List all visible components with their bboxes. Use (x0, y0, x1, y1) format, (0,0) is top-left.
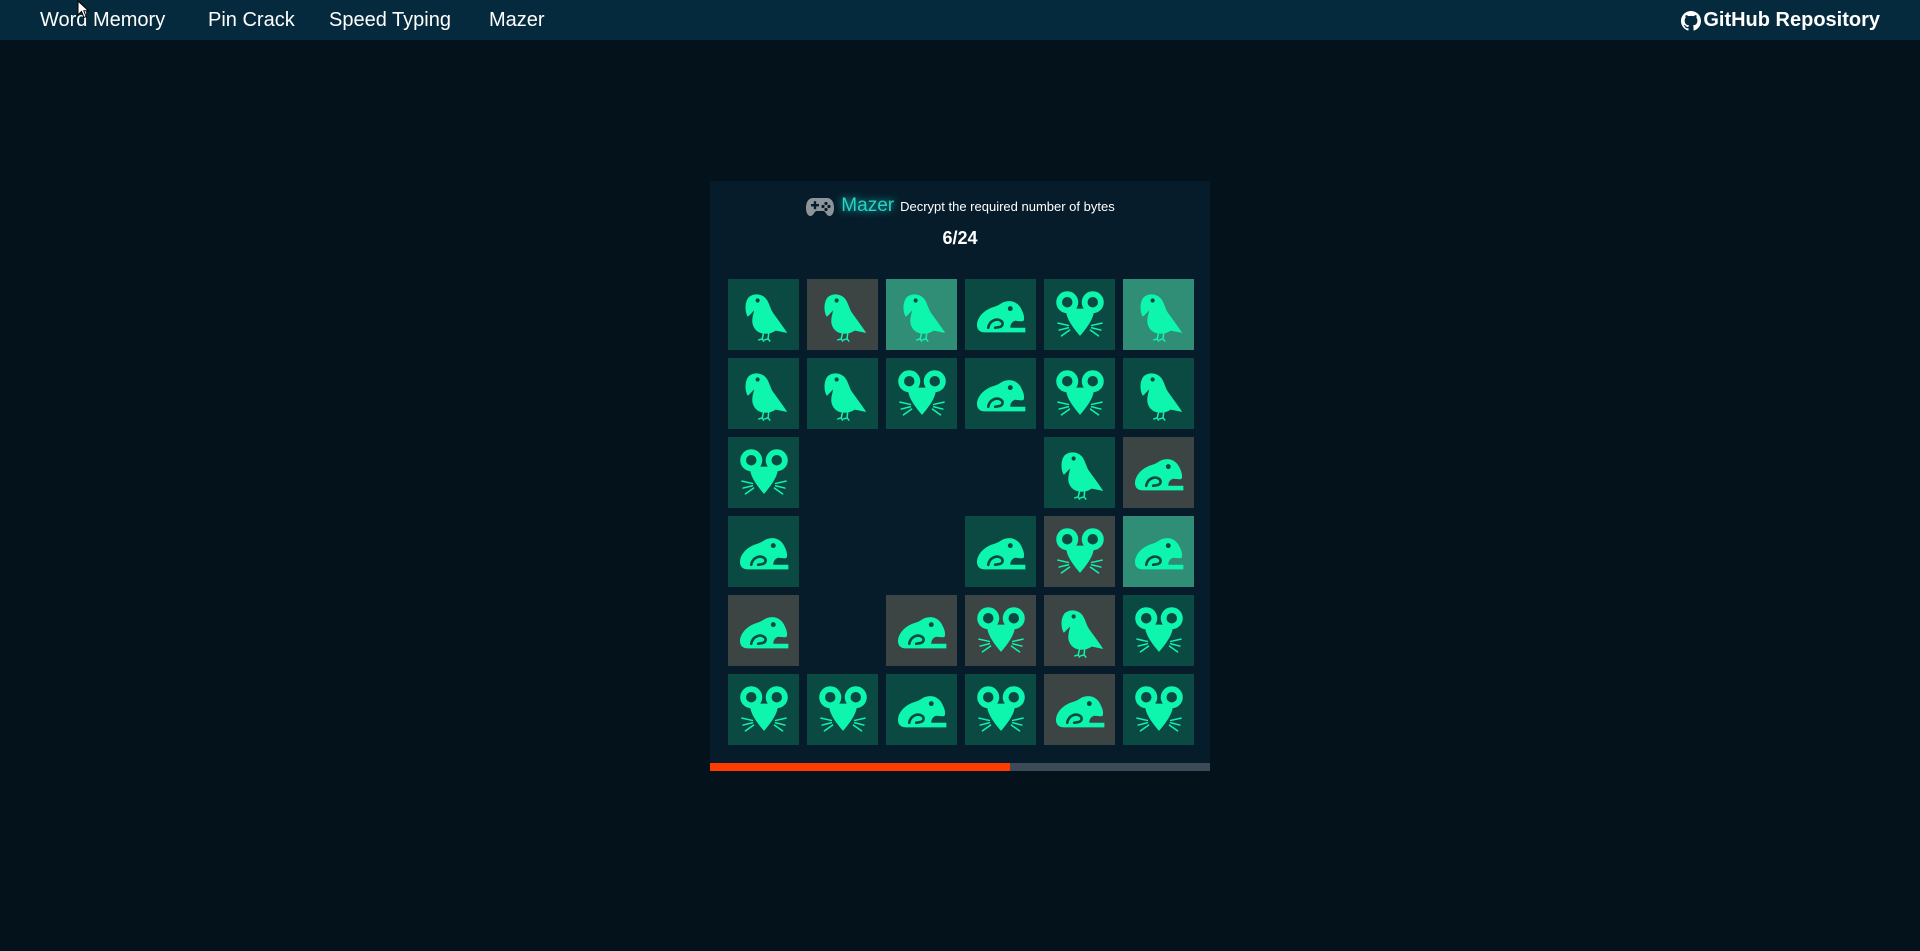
grid-tile-frog[interactable] (1044, 674, 1115, 745)
frog-icon (972, 523, 1030, 581)
grid-tile-frog[interactable] (728, 595, 799, 666)
grid-tile-frog[interactable] (1123, 516, 1194, 587)
grid-tile-bird[interactable] (1123, 279, 1194, 350)
grid-tile-bird[interactable] (1044, 595, 1115, 666)
bird-icon (1130, 365, 1188, 423)
grid-tile-mouse[interactable] (1044, 358, 1115, 429)
grid-tile-mouse[interactable] (886, 358, 957, 429)
grid-tile-mouse[interactable] (965, 595, 1036, 666)
mouse-icon (1051, 523, 1109, 581)
mouse-icon (1130, 681, 1188, 739)
frog-icon (1130, 444, 1188, 502)
github-repository-label: GitHub Repository (1703, 9, 1880, 31)
grid-tile-mouse[interactable] (1044, 279, 1115, 350)
grid-tile-frog[interactable] (1123, 437, 1194, 508)
grid-tile-mouse[interactable] (807, 674, 878, 745)
frog-icon (1130, 523, 1188, 581)
bird-icon (893, 286, 951, 344)
nav-link-speed-typing[interactable]: Speed Typing (329, 9, 451, 32)
nav-link-pin-crack[interactable]: Pin Crack (208, 9, 295, 32)
grid-tile-mouse[interactable] (1044, 516, 1115, 587)
bird-icon (735, 365, 793, 423)
mouse-icon (972, 602, 1030, 660)
grid-tile-frog[interactable] (965, 279, 1036, 350)
grid-tile-frog[interactable] (965, 358, 1036, 429)
bird-icon (814, 286, 872, 344)
grid-tile-bird[interactable] (1044, 437, 1115, 508)
top-navbar: Word Memory Pin Crack Speed Typing Mazer… (0, 0, 1920, 40)
bird-icon (1051, 444, 1109, 502)
mouse-icon (1130, 602, 1188, 660)
frog-icon (735, 602, 793, 660)
game-header: Mazer Decrypt the required number of byt… (710, 191, 1210, 221)
bird-icon (814, 365, 872, 423)
frog-icon (735, 523, 793, 581)
mouse-icon (1051, 365, 1109, 423)
grid-tile-mouse[interactable] (1123, 674, 1194, 745)
frog-icon (1051, 681, 1109, 739)
frog-icon (893, 681, 951, 739)
frog-icon (972, 286, 1030, 344)
mouse-icon (735, 681, 793, 739)
grid-tile-bird[interactable] (1123, 358, 1194, 429)
grid-tile-bird[interactable] (728, 279, 799, 350)
nav-link-mazer[interactable]: Mazer (489, 9, 545, 32)
bird-icon (1130, 286, 1188, 344)
timer-progress-bar (710, 763, 1210, 771)
mouse-icon (893, 365, 951, 423)
mouse-icon (735, 444, 793, 502)
grid-tile-frog[interactable] (886, 595, 957, 666)
grid-tile-mouse[interactable] (1123, 595, 1194, 666)
grid-tile-bird[interactable] (886, 279, 957, 350)
mazer-game-panel: Mazer Decrypt the required number of byt… (710, 181, 1210, 771)
mouse-icon (1051, 286, 1109, 344)
grid-tile-bird[interactable] (807, 279, 878, 350)
bird-icon (735, 286, 793, 344)
grid-tile-bird[interactable] (728, 358, 799, 429)
grid-tile-mouse[interactable] (728, 674, 799, 745)
mouse-icon (972, 681, 1030, 739)
bird-icon (1051, 602, 1109, 660)
timer-progress-fill (710, 763, 1010, 771)
grid-tile-frog[interactable] (886, 674, 957, 745)
frog-icon (893, 602, 951, 660)
grid-tile-bird[interactable] (807, 358, 878, 429)
grid-tile-frog[interactable] (965, 516, 1036, 587)
github-icon (1681, 10, 1702, 31)
grid-tile-mouse[interactable] (965, 674, 1036, 745)
nav-link-word-memory[interactable]: Word Memory (40, 9, 165, 32)
grid-tile-frog[interactable] (728, 516, 799, 587)
github-repository-link[interactable]: GitHub Repository (1681, 9, 1880, 32)
game-description: Decrypt the required number of bytes (900, 198, 1115, 214)
frog-icon (972, 365, 1030, 423)
gamepad-icon (806, 198, 835, 216)
tile-grid (728, 279, 1194, 745)
mouse-icon (814, 681, 872, 739)
grid-tile-mouse[interactable] (728, 437, 799, 508)
bytes-counter: 6/24 (942, 228, 978, 248)
game-title: Mazer (841, 195, 895, 216)
mouse-pointer-icon (77, 0, 90, 19)
